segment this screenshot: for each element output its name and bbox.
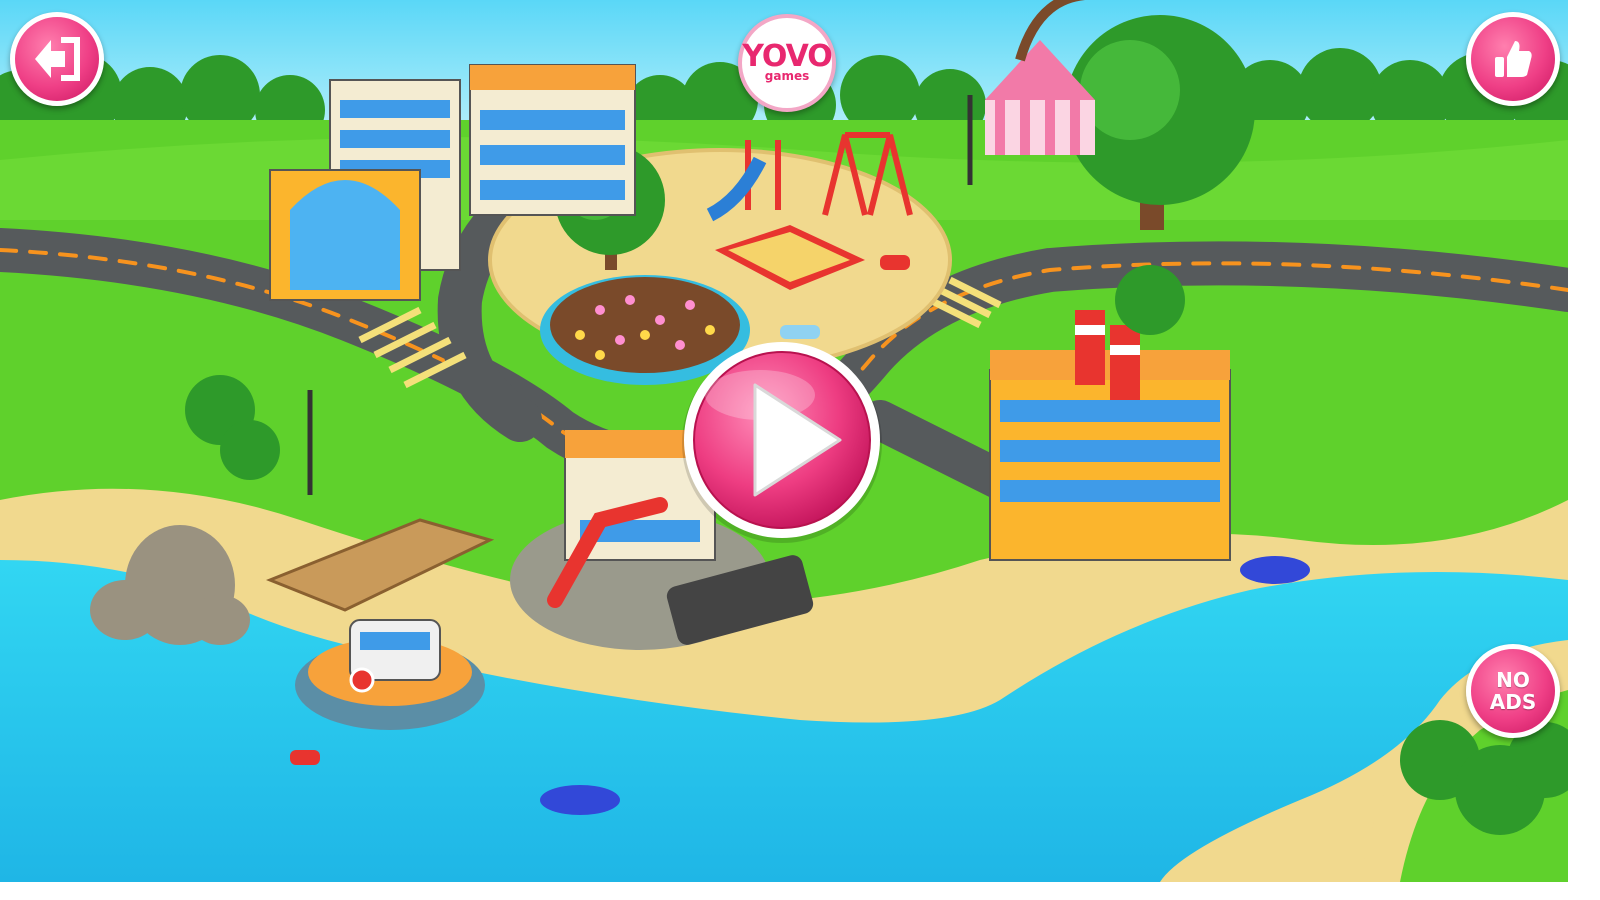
logo-main-text: YOVO <box>742 39 833 74</box>
city-map-scene <box>0 0 1568 882</box>
logo-sub-text: games <box>764 69 810 83</box>
like-button[interactable] <box>1466 12 1560 106</box>
game-screen: YOVO games NO ADS <box>0 0 1568 882</box>
oil-spill <box>1240 556 1310 584</box>
no-ads-line1: NO <box>1496 668 1530 692</box>
apartment-building <box>469 64 636 216</box>
thumbs-up-icon <box>1495 41 1532 77</box>
exit-arrow-icon <box>35 37 80 81</box>
flower-bed <box>550 277 740 373</box>
play-button[interactable] <box>682 342 882 543</box>
no-ads-button[interactable]: NO ADS <box>1466 644 1560 738</box>
yovo-games-logo[interactable]: YOVO games <box>738 14 836 112</box>
back-button[interactable] <box>10 12 104 106</box>
no-ads-line2: ADS <box>1489 690 1537 714</box>
